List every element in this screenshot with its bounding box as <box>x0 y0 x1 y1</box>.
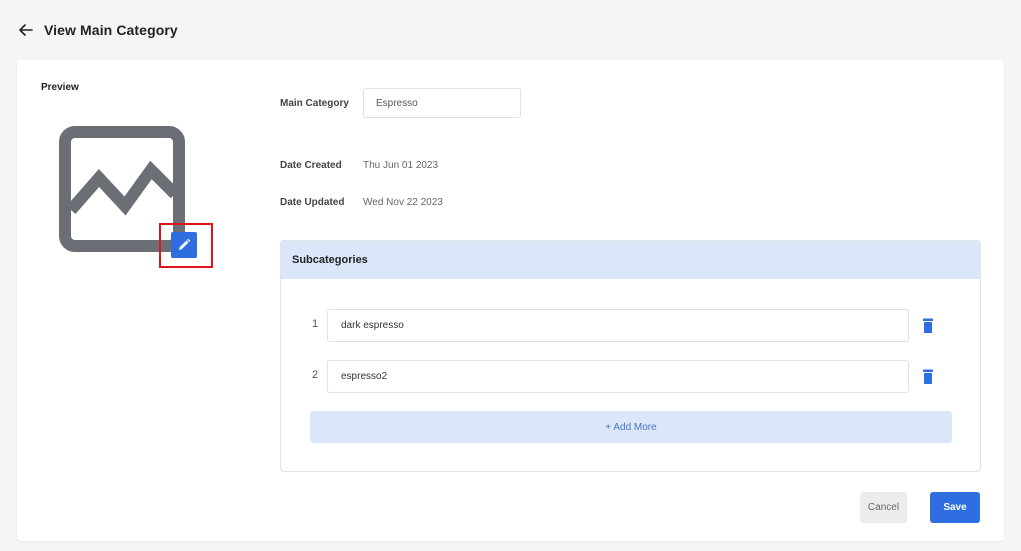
page-title: View Main Category <box>44 22 178 38</box>
back-arrow-icon[interactable] <box>18 22 34 38</box>
save-button[interactable]: Save <box>930 492 980 523</box>
subcategory-input[interactable] <box>327 360 909 393</box>
subcategory-index: 1 <box>311 318 319 330</box>
add-more-button[interactable]: + Add More <box>310 411 952 443</box>
date-created-label: Date Created <box>280 160 342 171</box>
date-updated-label: Date Updated <box>280 197 345 208</box>
preview-label: Preview <box>41 82 79 93</box>
subcategory-index: 2 <box>311 369 319 381</box>
page-header: View Main Category <box>18 20 178 40</box>
main-category-input[interactable] <box>363 88 521 118</box>
top-edge <box>0 0 1021 6</box>
date-updated-value: Wed Nov 22 2023 <box>363 197 443 208</box>
cancel-button[interactable]: Cancel <box>860 492 907 523</box>
subcategory-input[interactable] <box>327 309 909 342</box>
pencil-icon <box>179 238 191 250</box>
main-card: Preview Main Category Date Created Thu J… <box>17 60 1004 541</box>
main-category-label: Main Category <box>280 98 349 109</box>
date-created-value: Thu Jun 01 2023 <box>363 160 439 171</box>
edit-image-button[interactable] <box>171 232 197 258</box>
subcategories-title: Subcategories <box>281 241 980 279</box>
subcategory-row: 1 <box>281 309 980 342</box>
subcategory-row: 2 <box>281 360 980 393</box>
subcategories-panel: Subcategories 1 2 + Add More <box>280 240 981 472</box>
trash-icon[interactable] <box>921 369 935 385</box>
trash-icon[interactable] <box>921 318 935 334</box>
